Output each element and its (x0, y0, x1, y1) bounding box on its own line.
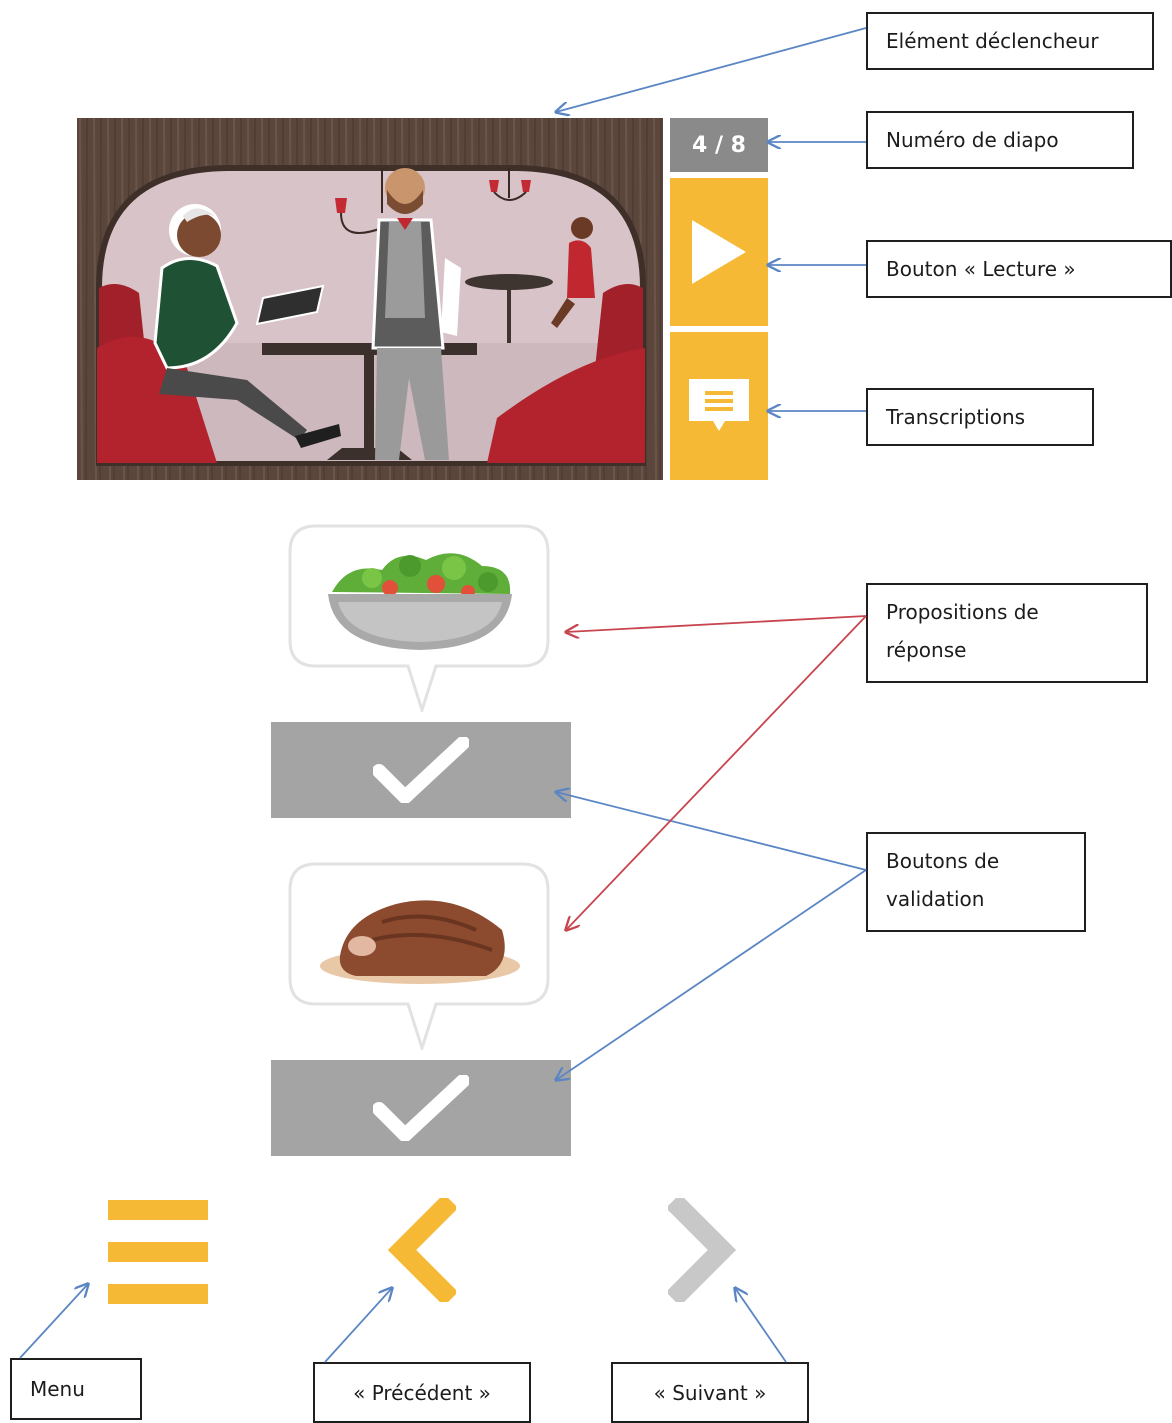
arrow-previous (324, 1288, 392, 1363)
next-button[interactable] (665, 1193, 738, 1307)
answer-option-steak[interactable] (286, 860, 552, 1053)
callout-trigger-text: Elément déclencheur (886, 29, 1099, 53)
arrow-validation-2 (556, 869, 867, 1080)
chevron-right-icon (665, 1193, 737, 1307)
callout-answer-options-line1: Propositions de (886, 600, 1039, 624)
arrow-menu (19, 1284, 88, 1359)
callout-play-button: Bouton « Lecture » (866, 240, 1172, 298)
validate-button-2[interactable] (271, 1060, 571, 1156)
checkmark-icon (373, 737, 469, 803)
callout-previous: « Précédent » (313, 1362, 531, 1423)
play-icon (692, 220, 746, 284)
steak-icon (288, 862, 550, 1053)
callout-validation-buttons-line1: Boutons de (886, 849, 1000, 873)
callout-transcriptions-text: Transcriptions (886, 405, 1026, 429)
callout-trigger: Elément déclencheur (866, 12, 1154, 70)
slide-counter: 4 / 8 (670, 118, 768, 172)
salad-bowl-icon (288, 524, 550, 715)
callout-play-button-text: Bouton « Lecture » (886, 257, 1076, 281)
validate-button-1[interactable] (271, 722, 571, 818)
callout-transcriptions: Transcriptions (866, 388, 1094, 446)
menu-button[interactable] (108, 1198, 208, 1306)
speech-bubble-icon (689, 379, 749, 431)
arrow-answer-1 (566, 615, 867, 632)
callout-next-text: « Suivant » (653, 1380, 767, 1405)
callout-answer-options: Propositions de réponse (866, 583, 1148, 683)
callout-slide-number: Numéro de diapo (866, 111, 1134, 169)
restaurant-scene-image (77, 118, 663, 480)
answer-option-salad[interactable] (286, 522, 552, 715)
arrow-next (735, 1288, 787, 1363)
arrow-trigger (556, 27, 867, 112)
hamburger-menu-icon (108, 1200, 208, 1304)
callout-next: « Suivant » (611, 1362, 809, 1423)
callout-slide-number-text: Numéro de diapo (886, 128, 1059, 152)
previous-button[interactable] (386, 1193, 459, 1307)
transcript-button[interactable] (670, 332, 768, 480)
callout-menu-text: Menu (30, 1377, 85, 1401)
callout-validation-buttons: Boutons de validation (866, 832, 1086, 932)
arrow-answer-2 (566, 615, 867, 930)
chevron-left-icon (387, 1193, 459, 1307)
arrow-validation-1 (556, 792, 867, 871)
callout-answer-options-line2: réponse (886, 638, 967, 662)
checkmark-icon (373, 1075, 469, 1141)
callout-previous-text: « Précédent » (353, 1380, 491, 1405)
scene-illustration[interactable] (77, 118, 663, 480)
callout-validation-buttons-line2: validation (886, 887, 985, 911)
play-button[interactable] (670, 178, 768, 326)
callout-menu: Menu (10, 1358, 142, 1420)
